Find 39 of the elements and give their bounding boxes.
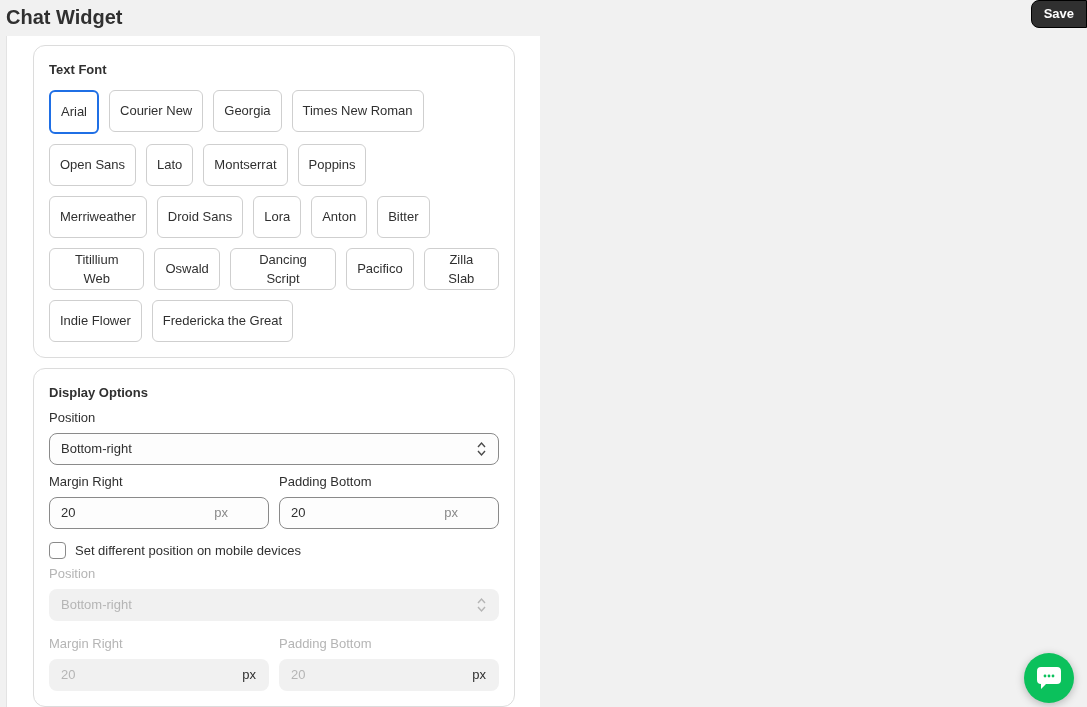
font-option[interactable]: Zilla Slab [423,248,499,290]
font-option[interactable]: Anton [311,196,368,238]
font-option[interactable]: Pacifico [346,248,414,290]
select-chevron-icon [477,597,486,613]
font-option[interactable]: Open Sans [49,144,137,186]
font-option[interactable]: Montserrat [203,144,288,186]
field-label: Position [49,410,97,426]
font-option[interactable]: Titillium Web [49,248,145,290]
section-title: Text Font [49,62,108,78]
font-option[interactable]: Arial [49,90,99,134]
font-option[interactable]: Poppins [297,144,367,186]
field-label: Padding Bottom [279,636,373,652]
font-option[interactable]: Courier New [109,90,204,132]
field-label: Margin Right [49,636,124,652]
position-select[interactable]: Bottom-right [49,433,499,465]
checkbox[interactable] [49,542,66,559]
page-title: Chat Widget [5,5,123,30]
section-title: Display Options [49,385,149,401]
font-option[interactable]: Oswald [154,248,220,290]
field-label: Padding Bottom [279,474,373,490]
font-option[interactable]: Lato [146,144,194,186]
number-field[interactable]: 20 px [279,497,499,529]
chat-launcher-button[interactable] [1024,653,1074,703]
font-option[interactable]: Bitter [377,196,430,238]
field-label: Position [49,566,97,582]
save-button[interactable]: Save [1030,0,1087,28]
select-chevron-icon [477,441,486,457]
font-option[interactable]: Fredericka the Great [151,300,294,342]
font-option[interactable]: Merriweather [49,196,147,238]
font-option[interactable]: Times New Roman [291,90,424,132]
font-option[interactable]: Indie Flower [49,300,142,342]
font-option[interactable]: Georgia [213,90,282,132]
font-option[interactable]: Droid Sans [156,196,244,238]
number-field[interactable]: 20 px [49,497,269,529]
font-option[interactable]: Dancing Script [229,248,337,290]
chat-bubble-icon [1036,666,1062,690]
font-option[interactable]: Lora [253,196,302,238]
checkbox-label: Set different position on mobile devices [75,542,301,559]
field-label: Margin Right [49,474,124,490]
